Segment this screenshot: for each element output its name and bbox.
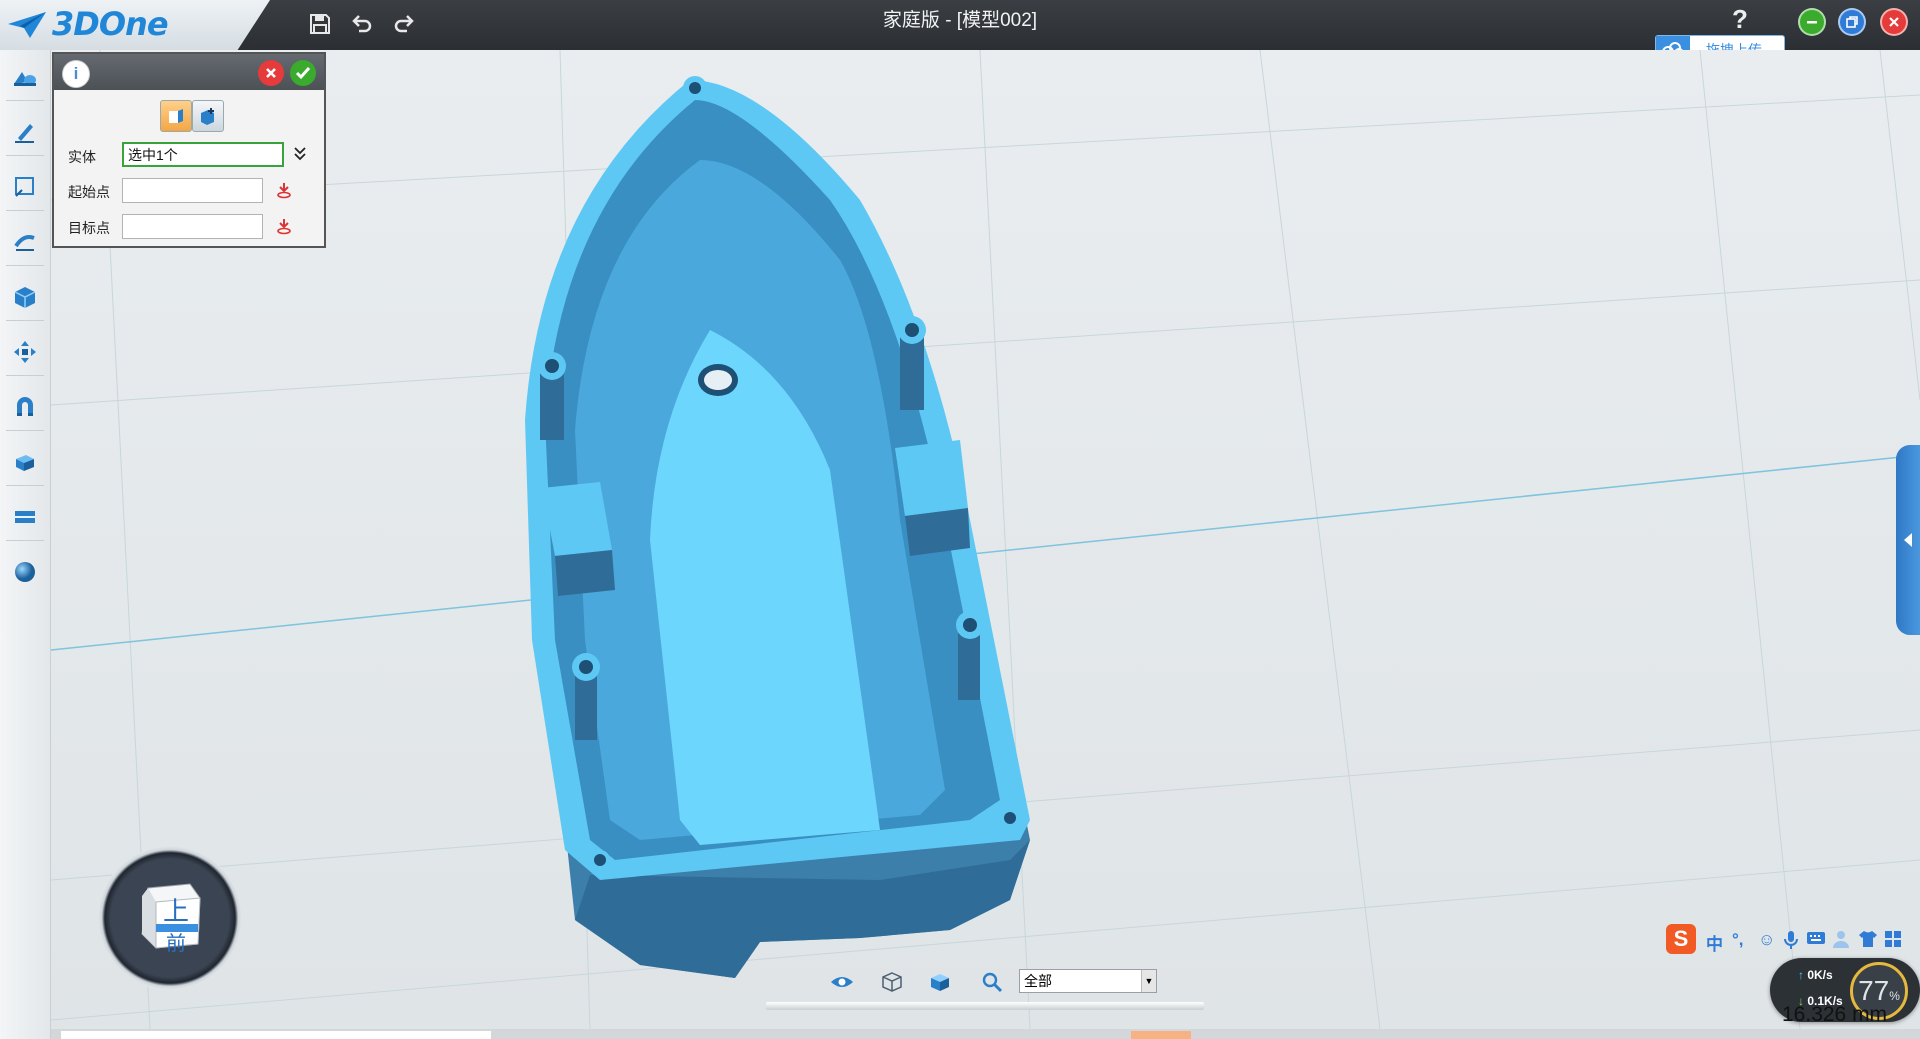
cube-front-label: 前 — [166, 931, 186, 955]
upload-speed: ↑ 0K/s — [1798, 968, 1833, 982]
chevron-left-icon — [1904, 533, 1912, 547]
minimize-icon — [1807, 21, 1817, 24]
paper-plane-icon — [8, 12, 46, 38]
expand-chevron-icon[interactable] — [290, 144, 310, 164]
title-bar: 3DOne 家庭版 - [模型002] ? — [0, 0, 1920, 50]
basic-shapes-icon[interactable] — [6, 58, 44, 96]
ime-toolbar: S 中 °, ☺ — [1662, 924, 1920, 958]
eye-icon[interactable] — [828, 968, 856, 996]
start-point-field[interactable] — [122, 178, 263, 203]
sidebar-divider — [6, 100, 44, 101]
close-button[interactable] — [1880, 8, 1908, 36]
keyboard-icon[interactable] — [1806, 930, 1826, 951]
sidebar-divider — [6, 265, 44, 266]
sidebar-divider — [6, 430, 44, 431]
skin-icon[interactable] — [1858, 930, 1878, 953]
minimize-button[interactable] — [1798, 8, 1826, 36]
sidebar-divider — [6, 320, 44, 321]
window-title: 家庭版 - [模型002] — [882, 10, 1038, 31]
3d-viewport[interactable] — [51, 50, 1920, 1029]
move-entity-icon — [169, 109, 183, 123]
start-point-label: 起始点 — [68, 184, 110, 200]
app-logo: 3DOne — [52, 5, 169, 43]
target-point-label: 目标点 — [68, 220, 110, 236]
save-icon[interactable] — [304, 8, 336, 40]
filter-select-value: 全部 — [1024, 973, 1052, 989]
user-icon[interactable] — [1832, 930, 1850, 953]
move-entity-mode-button[interactable] — [160, 100, 192, 132]
measurement-readout: 16.326 mm — [1782, 1003, 1888, 1026]
shaded-cube-icon[interactable] — [926, 968, 954, 996]
restore-button[interactable] — [1838, 8, 1866, 36]
restore-icon — [1846, 16, 1858, 28]
logo-area: 3DOne — [0, 0, 270, 50]
redo-icon[interactable] — [388, 8, 420, 40]
move-copy-mode-button[interactable] — [192, 100, 224, 132]
status-bar — [51, 1029, 1920, 1039]
sketch-icon[interactable] — [6, 113, 44, 151]
sogou-logo-icon[interactable]: S — [1666, 924, 1696, 954]
move-icon[interactable] — [6, 333, 44, 371]
ok-button[interactable] — [290, 60, 316, 86]
view-cube[interactable]: 上 前 — [128, 874, 212, 958]
arrow-up-icon: ↑ — [1798, 968, 1808, 982]
cube-top-label: 上 — [163, 897, 189, 927]
ball-icon[interactable] — [6, 553, 44, 591]
sidebar-divider — [6, 485, 44, 486]
panel-header: i — [54, 54, 324, 90]
emoji-icon[interactable]: ☺ — [1758, 930, 1775, 950]
entity-field[interactable]: 选中1个 — [122, 142, 284, 167]
wireframe-cube-icon[interactable] — [878, 968, 906, 996]
combine-icon[interactable] — [6, 443, 44, 481]
view-toolbar: 全部 ▼ — [766, 964, 1204, 1010]
status-segment — [1131, 1031, 1191, 1039]
move-command-panel: i 实体 选中1个 起始点 目标点 — [52, 52, 326, 248]
microphone-icon[interactable] — [1784, 930, 1798, 955]
ime-punct-toggle[interactable]: °, — [1732, 930, 1744, 950]
close-icon — [266, 68, 276, 78]
feature-icon[interactable] — [6, 223, 44, 261]
scene-canvas[interactable] — [51, 50, 1920, 1029]
help-button[interactable]: ? — [1732, 4, 1748, 35]
dropdown-arrow-icon: ▼ — [1141, 970, 1156, 992]
sketch-edit-icon[interactable] — [6, 168, 44, 206]
left-toolbar — [0, 50, 51, 1039]
toolbar-shelf — [766, 1002, 1204, 1010]
close-icon — [1889, 17, 1899, 27]
check-icon — [295, 67, 311, 80]
cancel-button[interactable] — [258, 60, 284, 86]
sidebar-divider — [6, 540, 44, 541]
status-segment — [61, 1031, 491, 1039]
entity-label: 实体 — [68, 149, 96, 165]
toolbox-icon[interactable] — [1884, 930, 1902, 953]
view-navigation-cube[interactable]: 上 前 — [98, 846, 242, 990]
special-feature-icon[interactable] — [6, 278, 44, 316]
sidebar-divider — [6, 155, 44, 156]
right-panel-toggle[interactable] — [1896, 445, 1920, 635]
pick-point-icon[interactable] — [274, 216, 294, 236]
ime-mode-toggle[interactable]: 中 — [1706, 930, 1723, 955]
pick-point-icon[interactable] — [274, 180, 294, 200]
sidebar-divider — [6, 375, 44, 376]
section-icon[interactable] — [6, 498, 44, 536]
undo-icon[interactable] — [346, 8, 378, 40]
filter-select[interactable]: 全部 ▼ — [1019, 969, 1157, 993]
copy-entity-icon — [201, 108, 214, 125]
info-icon[interactable]: i — [62, 60, 90, 88]
sidebar-divider — [6, 210, 44, 211]
target-point-field[interactable] — [122, 214, 263, 239]
zoom-fit-icon[interactable] — [978, 968, 1006, 996]
magnet-icon[interactable] — [6, 388, 44, 426]
